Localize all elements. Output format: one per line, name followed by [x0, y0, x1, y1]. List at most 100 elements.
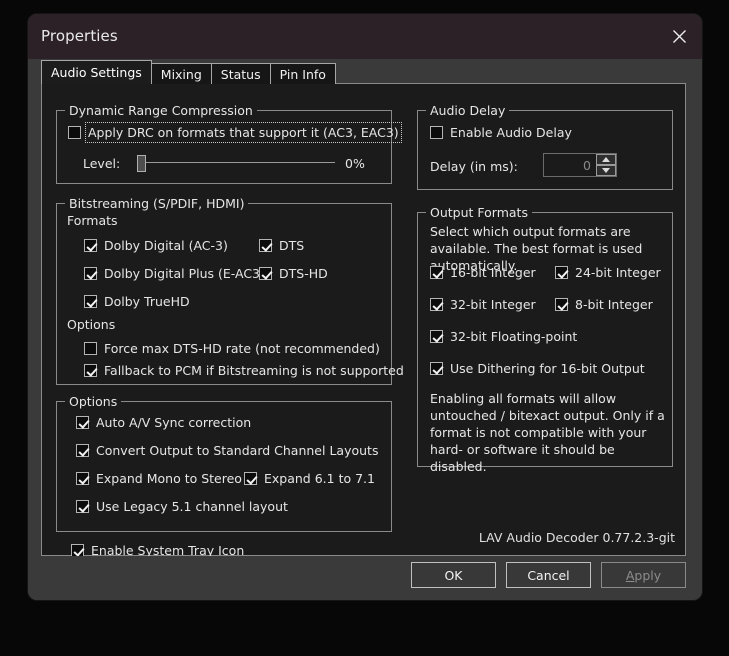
- checkbox-use-dithering-16-bit-output[interactable]: Use Dithering for 16-bit Output: [430, 361, 645, 376]
- checkbox-label: Fallback to PCM if Bitstreaming is not s…: [104, 363, 404, 378]
- checkbox-label: Use Dithering for 16-bit Output: [450, 361, 645, 376]
- group-dynamic-range-compression: Dynamic Range Compression Apply DRC on f…: [56, 103, 402, 184]
- drc-level-value: 0%: [345, 156, 365, 171]
- checkbox-box: [76, 500, 89, 513]
- checkbox-16-bit-integer[interactable]: 16-bit Integer: [430, 265, 536, 280]
- checkbox-box: [244, 472, 257, 485]
- checkbox-32-bit-floating-point[interactable]: 32-bit Floating-point: [430, 329, 577, 344]
- chevron-up-icon[interactable]: [596, 154, 616, 165]
- checkbox-dts-hd[interactable]: DTS-HD: [259, 266, 328, 281]
- tab-mixing[interactable]: Mixing: [150, 63, 212, 84]
- tab-label: Mixing: [160, 66, 202, 82]
- checkbox-box: [259, 267, 272, 280]
- version-label: LAV Audio Decoder 0.77.2.3-git: [478, 530, 675, 545]
- tab-pin-info[interactable]: Pin Info: [269, 63, 336, 84]
- desktop-background: Properties Audio Settings Mixing Status …: [0, 0, 729, 656]
- button-label-mnemonic: A: [625, 567, 635, 583]
- checkbox-label: DTS: [279, 238, 305, 253]
- checkbox-use-legacy-51-channel-layout[interactable]: Use Legacy 5.1 channel layout: [76, 499, 288, 514]
- checkbox-expand-61-to-71[interactable]: Expand 6.1 to 7.1: [244, 471, 375, 486]
- checkbox-enable-audio-delay[interactable]: Enable Audio Delay: [430, 125, 572, 140]
- checkbox-24-bit-integer[interactable]: 24-bit Integer: [555, 265, 661, 280]
- group-audio-delay: Audio Delay Enable Audio Delay Delay (in…: [417, 103, 673, 190]
- ok-button[interactable]: OK: [411, 562, 496, 588]
- checkbox-box: [84, 342, 97, 355]
- button-label: Cancel: [527, 567, 570, 583]
- checkbox-box: [430, 126, 443, 139]
- tab-label: Pin Info: [279, 66, 326, 82]
- checkbox-box: [555, 266, 568, 279]
- checkbox-dolby-digital-ac3[interactable]: Dolby Digital (AC-3): [84, 238, 228, 253]
- checkbox-box: [84, 267, 97, 280]
- delay-spinner: [596, 154, 616, 176]
- tab-status[interactable]: Status: [210, 63, 271, 84]
- checkbox-fallback-to-pcm[interactable]: Fallback to PCM if Bitstreaming is not s…: [84, 363, 404, 378]
- apply-button: Apply: [601, 562, 686, 588]
- group-legend: Bitstreaming (S/PDIF, HDMI): [65, 196, 249, 211]
- window-title: Properties: [41, 27, 118, 45]
- checkbox-box: [76, 472, 89, 485]
- group-bitstreaming: Bitstreaming (S/PDIF, HDMI) Formats Dolb…: [56, 196, 404, 385]
- slider-thumb[interactable]: [137, 155, 146, 172]
- checkbox-box: [84, 364, 97, 377]
- drc-level-label: Level:: [83, 156, 121, 171]
- checkbox-expand-mono-to-stereo[interactable]: Expand Mono to Stereo: [76, 471, 242, 486]
- group-options: Options Auto A/V Sync correction Convert…: [56, 394, 392, 532]
- checkbox-label: Auto A/V Sync correction: [96, 415, 252, 430]
- checkbox-label: 24-bit Integer: [575, 265, 661, 280]
- checkbox-box: [84, 295, 97, 308]
- dialog-footer: OK Cancel Apply: [28, 556, 702, 600]
- delay-label: Delay (in ms):: [430, 159, 518, 174]
- checkbox-label: Dolby Digital Plus (E-AC3): [104, 266, 265, 281]
- checkbox-label: Apply DRC on formats that support it (AC…: [85, 122, 402, 143]
- checkbox-label: Expand Mono to Stereo: [96, 471, 242, 486]
- output-formats-note: Enabling all formats will allow untouche…: [430, 391, 665, 474]
- close-icon[interactable]: [656, 14, 702, 59]
- cancel-button[interactable]: Cancel: [506, 562, 591, 588]
- checkbox-convert-output-standard-channel-layouts[interactable]: Convert Output to Standard Channel Layou…: [76, 443, 378, 458]
- checkbox-label: 32-bit Floating-point: [450, 329, 578, 344]
- delay-input[interactable]: 0: [543, 153, 617, 177]
- checkbox-label: Expand 6.1 to 7.1: [264, 471, 375, 486]
- checkbox-box: [76, 416, 89, 429]
- checkbox-label: Enable Audio Delay: [450, 125, 572, 140]
- checkbox-8-bit-integer[interactable]: 8-bit Integer: [555, 297, 653, 312]
- checkbox-label: Convert Output to Standard Channel Layou…: [96, 443, 379, 458]
- checkbox-apply-drc[interactable]: Apply DRC on formats that support it (AC…: [68, 122, 402, 143]
- group-legend: Options: [65, 394, 122, 409]
- tab-strip: Audio Settings Mixing Status Pin Info: [41, 60, 336, 84]
- group-output-formats: Output Formats Select which output forma…: [417, 205, 673, 474]
- checkbox-force-max-dts-hd-rate[interactable]: Force max DTS-HD rate (not recommended): [84, 341, 380, 356]
- properties-dialog-window: Properties Audio Settings Mixing Status …: [28, 14, 702, 600]
- chevron-down-icon[interactable]: [596, 165, 616, 176]
- checkbox-box: [430, 330, 443, 343]
- checkbox-label: 16-bit Integer: [450, 265, 536, 280]
- checkbox-label: Dolby TrueHD: [104, 294, 190, 309]
- checkbox-box: [259, 239, 272, 252]
- bitstreaming-options-label: Options: [67, 317, 116, 332]
- delay-value: 0: [583, 157, 591, 173]
- checkbox-label: Force max DTS-HD rate (not recommended): [104, 341, 380, 356]
- checkbox-box: [555, 298, 568, 311]
- tab-audio-settings[interactable]: Audio Settings: [41, 60, 152, 84]
- checkbox-dolby-digital-plus-eac3[interactable]: Dolby Digital Plus (E-AC3): [84, 266, 265, 281]
- checkbox-auto-av-sync-correction[interactable]: Auto A/V Sync correction: [76, 415, 251, 430]
- checkbox-box: [430, 298, 443, 311]
- checkbox-label: DTS-HD: [279, 266, 328, 281]
- checkbox-label: 8-bit Integer: [575, 297, 653, 312]
- title-bar: Properties: [28, 14, 702, 59]
- checkbox-label: Use Legacy 5.1 channel layout: [96, 499, 288, 514]
- checkbox-dolby-truehd[interactable]: Dolby TrueHD: [84, 294, 190, 309]
- checkbox-label: 32-bit Integer: [450, 297, 536, 312]
- group-legend: Output Formats: [426, 205, 532, 220]
- checkbox-box: [68, 126, 81, 139]
- checkbox-box: [430, 362, 443, 375]
- bitstreaming-formats-label: Formats: [67, 213, 118, 228]
- tab-label: Status: [220, 66, 261, 82]
- checkbox-32-bit-integer[interactable]: 32-bit Integer: [430, 297, 536, 312]
- checkbox-dts[interactable]: DTS: [259, 238, 304, 253]
- slider-track: [137, 162, 335, 163]
- group-legend: Dynamic Range Compression: [65, 103, 257, 118]
- group-legend: Audio Delay: [426, 103, 510, 118]
- drc-level-slider[interactable]: [137, 154, 335, 172]
